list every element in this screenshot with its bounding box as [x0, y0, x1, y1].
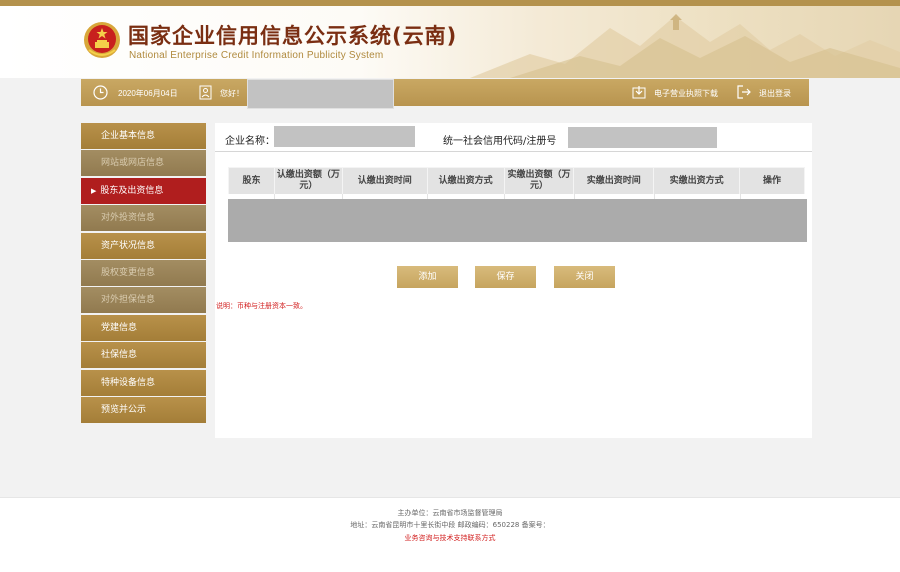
- column-header-paid-date: 实缴出资时间: [573, 167, 655, 195]
- header-divider: [215, 151, 812, 152]
- sidebar-nav: 企业基本信息 网站或网店信息 ▶ 股东及出资信息 对外投资信息 资产状况信息 股权…: [81, 123, 206, 424]
- currency-note: 说明：币种与注册资本一致。: [216, 302, 307, 310]
- add-button[interactable]: 添加: [397, 266, 458, 288]
- greeting-text: 您好！: [220, 89, 244, 98]
- sidebar-item-website-info[interactable]: 网站或网店信息: [81, 150, 206, 177]
- sidebar-item-label: 股东及出资信息: [100, 185, 164, 196]
- national-emblem-icon: [84, 22, 120, 58]
- column-header-subscribed-amount: 认缴出资额（万元）: [273, 167, 343, 195]
- logout-icon[interactable]: [737, 85, 751, 99]
- download-icon[interactable]: [632, 85, 646, 99]
- sidebar-item-label: 股权变更信息: [101, 267, 156, 278]
- sidebar-item-label: 预览并公示: [101, 404, 147, 415]
- column-header-actions: 操作: [739, 167, 805, 195]
- site-header: 国家企业信用信息公示系统(云南) National Enterprise Cre…: [0, 6, 900, 78]
- sidebar-item-special-equipment[interactable]: 特种设备信息: [81, 369, 206, 396]
- site-subtitle: National Enterprise Credit Information P…: [129, 50, 384, 61]
- column-header-shareholder: 股东: [228, 167, 275, 195]
- sidebar-item-preview-publish[interactable]: 预览并公示: [81, 396, 206, 423]
- redacted-table-row: [228, 199, 807, 242]
- sidebar-item-investment-info[interactable]: 对外投资信息: [81, 205, 206, 232]
- sidebar-item-assets-info[interactable]: 资产状况信息: [81, 232, 206, 259]
- redacted-credit-code: [568, 127, 717, 148]
- active-arrow-icon: ▶: [91, 186, 97, 195]
- sidebar-item-label: 企业基本信息: [101, 131, 156, 141]
- sidebar-item-party-info[interactable]: 党建信息: [81, 314, 206, 341]
- company-name-label: 企业名称：: [225, 136, 275, 147]
- sidebar-item-shareholder-info[interactable]: ▶ 股东及出资信息: [81, 177, 206, 204]
- sidebar-item-guarantee-info[interactable]: 对外担保信息: [81, 287, 206, 314]
- sidebar-item-label: 资产状况信息: [101, 240, 156, 251]
- column-header-paid-method: 实缴出资方式: [653, 167, 741, 195]
- support-contact-link[interactable]: 业务咨询与技术支持联系方式: [405, 534, 496, 542]
- sidebar-item-label: 特种设备信息: [101, 377, 156, 388]
- clock-icon: [93, 85, 108, 100]
- sidebar-item-label: 网站或网店信息: [101, 158, 165, 169]
- save-button[interactable]: 保存: [475, 266, 536, 288]
- sidebar-item-label: 党建信息: [101, 322, 138, 333]
- redacted-username: [247, 79, 394, 109]
- site-footer: 主办单位：云南省市场监督管理局 地址：云南省昆明市十里长街中段 邮政编码：650…: [0, 497, 900, 572]
- column-header-subscribed-date: 认缴出资时间: [341, 167, 428, 195]
- sidebar-item-equity-change[interactable]: 股权变更信息: [81, 259, 206, 286]
- footer-contact-row: 业务咨询与技术支持联系方式: [0, 533, 900, 543]
- sidebar-item-label: 对外投资信息: [101, 213, 156, 224]
- main-panel: 企业名称： 统一社会信用代码/注册号 股东 认缴出资额（万元） 认缴出资时间 认…: [215, 123, 812, 438]
- site-title: 国家企业信用信息公示系统(云南): [128, 24, 458, 48]
- mountain-decoration: [470, 14, 900, 78]
- sidebar-item-social-security[interactable]: 社保信息: [81, 342, 206, 369]
- column-header-paid-amount: 实缴出资额（万元）: [503, 167, 575, 195]
- logout-link[interactable]: 退出登录: [759, 88, 791, 99]
- user-bar: 2020年06月04日 您好！ 电子营业执照下载 退出登录: [81, 79, 809, 109]
- credit-code-label: 统一社会信用代码/注册号: [443, 136, 557, 147]
- sidebar-item-basic-info[interactable]: 企业基本信息: [81, 123, 206, 149]
- sidebar-item-label: 对外担保信息: [101, 295, 156, 306]
- footer-address: 地址：云南省昆明市十里长街中段 邮政编码：650228 备案号：: [350, 521, 550, 529]
- redacted-company-name: [274, 126, 415, 147]
- user-icon: [199, 85, 212, 100]
- table-header-row: 股东 认缴出资额（万元） 认缴出资时间 认缴出资方式 实缴出资额（万元） 实缴出…: [228, 167, 805, 195]
- sidebar-item-label: 社保信息: [101, 350, 138, 361]
- close-button[interactable]: 关闭: [554, 266, 615, 288]
- column-header-subscribed-method: 认缴出资方式: [426, 167, 505, 195]
- footer-sponsor: 主办单位：云南省市场监督管理局: [397, 509, 503, 517]
- shareholder-table: 股东 认缴出资额（万元） 认缴出资时间 认缴出资方式 实缴出资额（万元） 实缴出…: [228, 167, 805, 195]
- current-date: 2020年06月04日: [118, 89, 178, 98]
- license-download-link[interactable]: 电子营业执照下载: [654, 88, 718, 99]
